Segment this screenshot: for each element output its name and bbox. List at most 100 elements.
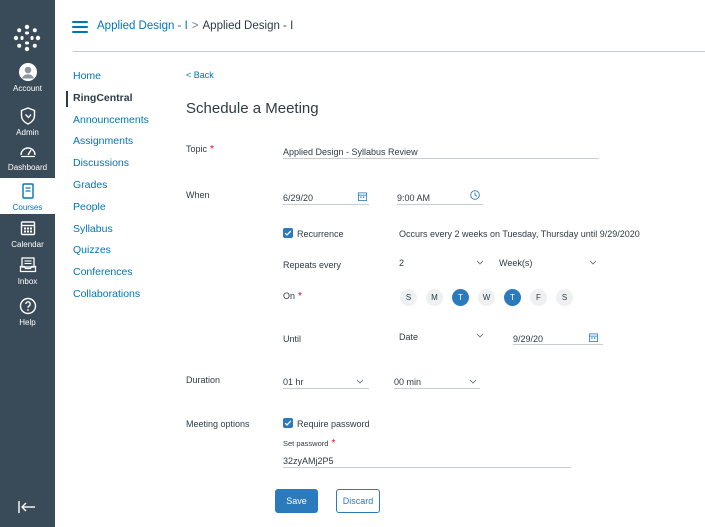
breadcrumb-current: Applied Design - I bbox=[202, 20, 294, 32]
day-wednesday[interactable]: W bbox=[478, 289, 495, 306]
recurrence-checkbox[interactable] bbox=[283, 228, 293, 238]
date-input[interactable]: 6/29/20 bbox=[283, 193, 355, 203]
breadcrumb-course-link[interactable]: Applied Design - I bbox=[97, 20, 188, 32]
time-input[interactable]: 9:00 AM bbox=[397, 193, 467, 203]
nav-calendar-label: Calendar bbox=[11, 240, 44, 249]
duration-hours-underline bbox=[283, 388, 369, 389]
back-link[interactable]: < Back bbox=[186, 70, 214, 80]
header-divider bbox=[73, 51, 705, 52]
course-nav-grades[interactable]: Grades bbox=[66, 175, 171, 197]
nav-dashboard-label: Dashboard bbox=[7, 163, 48, 172]
shield-icon bbox=[20, 107, 35, 125]
nav-courses[interactable]: Courses bbox=[0, 178, 55, 214]
inbox-icon bbox=[19, 257, 36, 273]
day-thursday[interactable]: T bbox=[504, 289, 521, 306]
duration-minutes-underline bbox=[394, 388, 480, 389]
topic-input[interactable]: Applied Design - Syllabus Review bbox=[283, 147, 599, 157]
topic-label-row: Topic * bbox=[186, 144, 214, 155]
until-type-select[interactable]: Date bbox=[399, 332, 469, 342]
avatar-icon bbox=[18, 63, 37, 81]
checkmark-icon bbox=[284, 230, 292, 236]
collapse-nav-icon[interactable] bbox=[17, 499, 37, 515]
on-label-row: On * bbox=[283, 291, 302, 302]
time-underline bbox=[397, 204, 483, 205]
app-root: Account Admin Dashboard Courses Calendar… bbox=[0, 0, 705, 527]
course-header: Applied Design - I > Applied Design - I bbox=[55, 0, 705, 52]
checkmark-icon bbox=[284, 420, 292, 426]
when-label: When bbox=[186, 190, 210, 200]
canvas-logo-icon[interactable] bbox=[13, 24, 41, 52]
recurrence-label[interactable]: Recurrence bbox=[297, 229, 344, 239]
password-underline bbox=[283, 467, 571, 468]
chevron-down-icon bbox=[476, 260, 484, 265]
topic-label: Topic bbox=[186, 144, 208, 154]
require-password-checkbox[interactable] bbox=[283, 418, 293, 428]
page-title: Schedule a Meeting bbox=[186, 100, 319, 117]
chevron-down-icon bbox=[356, 379, 364, 384]
nav-inbox[interactable]: Inbox bbox=[0, 255, 55, 289]
save-button[interactable]: Save bbox=[275, 489, 318, 513]
chevron-down-icon bbox=[469, 379, 477, 384]
course-nav-discussions[interactable]: Discussions bbox=[66, 153, 171, 175]
date-underline bbox=[283, 204, 369, 205]
schedule-meeting-form: < Back Schedule a Meeting Topic * Applied… bbox=[186, 60, 705, 527]
nav-calendar[interactable]: Calendar bbox=[0, 218, 55, 252]
chevron-down-icon bbox=[476, 333, 484, 338]
repeats-unit-select[interactable]: Week(s) bbox=[499, 258, 569, 268]
course-nav-ringcentral[interactable]: RingCentral bbox=[66, 88, 171, 110]
until-date-underline bbox=[513, 344, 603, 345]
course-nav-conferences[interactable]: Conferences bbox=[66, 262, 171, 284]
course-nav-announcements[interactable]: Announcements bbox=[66, 110, 171, 132]
breadcrumb-separator: > bbox=[191, 20, 199, 32]
nav-account-label: Account bbox=[13, 84, 42, 93]
day-monday[interactable]: M bbox=[426, 289, 443, 306]
set-password-label-row: Set password * bbox=[283, 438, 335, 449]
nav-dashboard[interactable]: Dashboard bbox=[0, 141, 55, 175]
day-saturday[interactable]: S bbox=[556, 289, 573, 306]
breadcrumb: Applied Design - I > Applied Design - I bbox=[97, 20, 293, 32]
on-label: On bbox=[283, 291, 296, 301]
meeting-options-label: Meeting options bbox=[186, 419, 250, 429]
date-calendar-icon[interactable] bbox=[358, 192, 367, 201]
repeats-label: Repeats every bbox=[283, 260, 342, 270]
dashboard-icon bbox=[19, 147, 36, 158]
day-sunday[interactable]: S bbox=[400, 289, 417, 306]
duration-label: Duration bbox=[186, 375, 221, 385]
calendar-icon bbox=[20, 221, 35, 236]
password-input[interactable]: 32zyAMj2P5 bbox=[283, 456, 571, 466]
duration-hours-select[interactable]: 01 hr bbox=[283, 377, 343, 387]
hamburger-menu-icon[interactable] bbox=[72, 21, 88, 33]
required-marker: * bbox=[210, 144, 214, 155]
course-nav-assignments[interactable]: Assignments bbox=[66, 131, 171, 153]
day-tuesday[interactable]: T bbox=[452, 289, 469, 306]
nav-help[interactable]: Help bbox=[0, 296, 55, 330]
course-nav: Home RingCentral Announcements Assignmen… bbox=[66, 66, 171, 306]
required-marker: * bbox=[331, 438, 336, 449]
require-password-label[interactable]: Require password bbox=[297, 419, 370, 429]
course-nav-people[interactable]: People bbox=[66, 197, 171, 219]
until-label: Until bbox=[283, 334, 302, 344]
required-marker: * bbox=[298, 291, 302, 302]
course-nav-syllabus[interactable]: Syllabus bbox=[66, 219, 171, 241]
nav-help-label: Help bbox=[19, 318, 36, 327]
nav-account[interactable]: Account bbox=[0, 62, 55, 96]
chevron-down-icon bbox=[589, 260, 597, 265]
until-date-input[interactable]: 9/29/20 bbox=[513, 334, 583, 344]
help-icon bbox=[19, 297, 36, 315]
set-password-label: Set password bbox=[283, 439, 329, 448]
course-nav-quizzes[interactable]: Quizzes bbox=[66, 240, 171, 262]
nav-courses-label: Courses bbox=[12, 203, 43, 212]
repeats-interval-select[interactable]: 2 bbox=[399, 258, 469, 268]
day-friday[interactable]: F bbox=[530, 289, 547, 306]
book-icon bbox=[21, 183, 34, 199]
clock-icon[interactable] bbox=[470, 190, 480, 200]
course-nav-collaborations[interactable]: Collaborations bbox=[66, 284, 171, 306]
until-calendar-icon[interactable] bbox=[589, 333, 598, 342]
nav-admin-label: Admin bbox=[16, 128, 39, 137]
nav-inbox-label: Inbox bbox=[17, 277, 38, 286]
discard-button[interactable]: Discard bbox=[336, 489, 380, 513]
nav-admin[interactable]: Admin bbox=[0, 106, 55, 140]
duration-minutes-select[interactable]: 00 min bbox=[394, 377, 454, 387]
course-nav-home[interactable]: Home bbox=[66, 66, 171, 88]
recurrence-summary: Occurs every 2 weeks on Tuesday, Thursda… bbox=[399, 229, 640, 239]
